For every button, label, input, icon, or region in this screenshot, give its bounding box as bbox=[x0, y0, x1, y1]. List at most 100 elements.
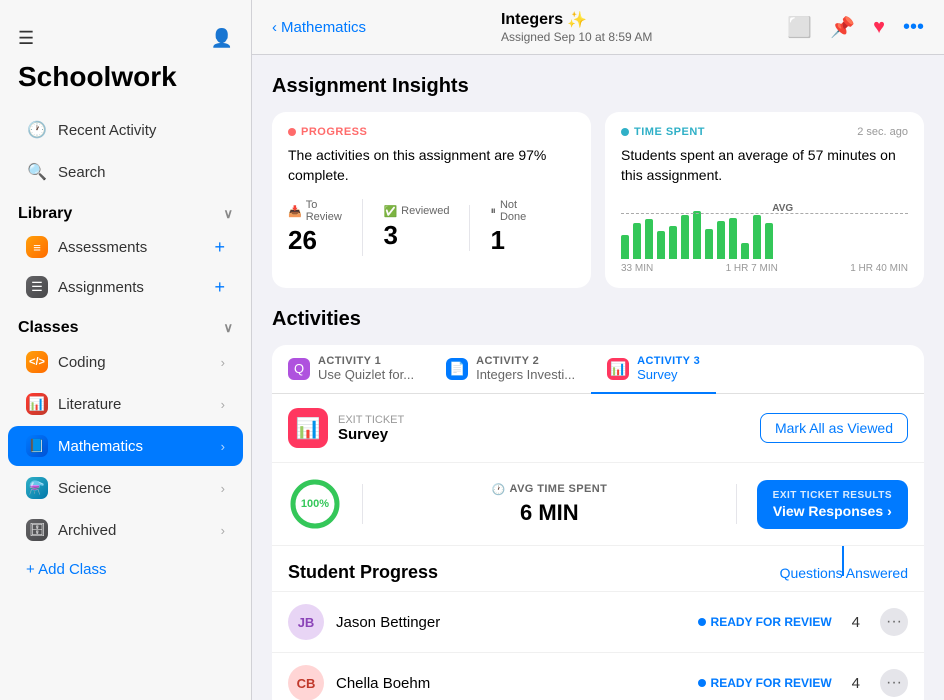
student-more-button-cb[interactable]: ··· bbox=[880, 669, 908, 697]
add-assessment-icon[interactable]: + bbox=[214, 237, 225, 258]
assignment-subtitle: Assigned Sep 10 at 8:59 AM bbox=[501, 30, 652, 44]
chart-bar bbox=[621, 235, 629, 259]
avg-time-value: 6 MIN bbox=[520, 500, 579, 526]
time-card-header: TIME SPENT 2 sec. ago bbox=[621, 126, 908, 146]
search-icon: 🔍 bbox=[26, 161, 48, 183]
avatar-cb: CB bbox=[288, 665, 324, 700]
activity-panel-name: Survey bbox=[338, 426, 404, 443]
page-title: Integers bbox=[501, 11, 563, 29]
add-assignment-icon[interactable]: + bbox=[214, 277, 225, 298]
chart-avg-line bbox=[621, 213, 908, 214]
chart-bar bbox=[681, 215, 689, 259]
chart-bar bbox=[669, 226, 677, 260]
content-area: Assignment Insights PROGRESS The activit… bbox=[252, 55, 944, 700]
activities-tabs: Q ACTIVITY 1 Use Quizlet for... 📄 ACTIVI… bbox=[272, 345, 924, 394]
activity2-num: ACTIVITY 2 bbox=[476, 355, 575, 367]
chart-bar bbox=[729, 218, 737, 260]
progress-stats: 📥 To Review 26 ✅ Reviewed 3 bbox=[288, 199, 575, 256]
app-title: Schoolwork bbox=[0, 53, 251, 109]
stat-not-done: ⏸ Not Done 1 bbox=[490, 199, 555, 256]
chevron-down-icon: ∨ bbox=[223, 320, 233, 336]
math-icon: 📘 bbox=[26, 435, 48, 457]
sidebar-item-search[interactable]: 🔍 Search bbox=[8, 152, 243, 192]
activity-progress-row: 100% 🕐 AVG TIME SPENT 6 MIN EXIT TICKET … bbox=[272, 463, 924, 546]
chart-x-label-3: 1 HR 40 MIN bbox=[850, 263, 908, 274]
mark-all-viewed-button[interactable]: Mark All as Viewed bbox=[760, 413, 908, 443]
add-class-label: + Add Class bbox=[26, 561, 106, 578]
student-progress-section: Student Progress Questions Answered JB J… bbox=[272, 548, 924, 700]
coding-icon: </> bbox=[26, 351, 48, 373]
pin-icon[interactable]: 📌 bbox=[830, 15, 855, 40]
profile-button[interactable]: 👤 bbox=[207, 24, 237, 53]
progress-label: PROGRESS bbox=[288, 126, 575, 138]
sidebar-item-label: Mathematics bbox=[58, 438, 143, 455]
library-label: Library bbox=[18, 205, 72, 223]
tab-activity2[interactable]: 📄 ACTIVITY 2 Integers Investi... bbox=[430, 345, 591, 394]
student-row: JB Jason Bettinger READY FOR REVIEW 4 ··… bbox=[272, 591, 924, 652]
activity2-name: Integers Investi... bbox=[476, 367, 575, 382]
sidebar-item-label: Assessments bbox=[58, 239, 147, 256]
activity3-name: Survey bbox=[637, 367, 700, 382]
chart-x-label-1: 33 MIN bbox=[621, 263, 653, 274]
topbar-title-area: Integers ✨ Assigned Sep 10 at 8:59 AM bbox=[501, 10, 652, 44]
sidebar-item-assignments[interactable]: ☰ Assignments + bbox=[8, 268, 243, 306]
sidebar-item-literature[interactable]: 📊 Literature › bbox=[8, 384, 243, 424]
insights-row: PROGRESS The activities on this assignme… bbox=[272, 112, 924, 288]
chart-x-label-2: 1 HR 7 MIN bbox=[726, 263, 778, 274]
classes-label: Classes bbox=[18, 319, 79, 337]
chart-bar bbox=[657, 231, 665, 259]
classes-section-header[interactable]: Classes ∨ bbox=[0, 307, 251, 341]
sidebar-item-label: Archived bbox=[58, 522, 116, 539]
topbar-actions: ⬜ 📌 ♥ ••• bbox=[787, 15, 924, 40]
chevron-right-icon: › bbox=[221, 355, 225, 370]
chart-bar bbox=[765, 223, 773, 259]
chart-x-labels: 33 MIN 1 HR 7 MIN 1 HR 40 MIN bbox=[621, 263, 908, 274]
science-icon: ⚗️ bbox=[26, 477, 48, 499]
tab-activity3[interactable]: 📊 ACTIVITY 3 Survey bbox=[591, 345, 716, 394]
library-section-header[interactable]: Library ∨ bbox=[0, 193, 251, 227]
activity3-icon: 📊 bbox=[607, 358, 629, 380]
sidebar-item-archived[interactable]: 🗄 Archived › bbox=[8, 510, 243, 550]
activity-header: 📊 EXIT TICKET Survey Mark All as Viewed bbox=[272, 394, 924, 463]
chart-bar bbox=[645, 219, 653, 259]
sidebar-item-mathematics[interactable]: 📘 Mathematics › bbox=[8, 426, 243, 466]
sidebar-item-recent-activity[interactable]: 🕐 Recent Activity bbox=[8, 110, 243, 150]
share-icon[interactable]: ⬜ bbox=[787, 15, 812, 40]
chart-bar bbox=[741, 243, 749, 259]
literature-icon: 📊 bbox=[26, 393, 48, 415]
sidebar-item-science[interactable]: ⚗️ Science › bbox=[8, 468, 243, 508]
chevron-right-icon: › bbox=[221, 523, 225, 538]
tab-activity1[interactable]: Q ACTIVITY 1 Use Quizlet for... bbox=[272, 345, 430, 394]
to-review-value: 26 bbox=[288, 225, 317, 256]
chart-bar bbox=[633, 223, 641, 259]
ready-badge-cb: READY FOR REVIEW bbox=[698, 676, 832, 690]
view-responses-button[interactable]: EXIT TICKET RESULTS View Responses › bbox=[757, 480, 908, 529]
ready-badge-jb: READY FOR REVIEW bbox=[698, 615, 832, 629]
student-more-button-jb[interactable]: ··· bbox=[880, 608, 908, 636]
topbar: ‹ Mathematics Integers ✨ Assigned Sep 10… bbox=[252, 0, 944, 55]
not-done-icon: ⏸ bbox=[490, 205, 496, 218]
chart-bar bbox=[717, 221, 725, 259]
progress-text: The activities on this assignment are 97… bbox=[288, 146, 575, 185]
assessment-icon: ≡ bbox=[26, 236, 48, 258]
sidebar: ☰ 👤 Schoolwork 🕐 Recent Activity 🔍 Searc… bbox=[0, 0, 252, 700]
avatar-jb: JB bbox=[288, 604, 324, 640]
reviewed-icon: ✅ bbox=[383, 205, 397, 218]
add-class-button[interactable]: + Add Class bbox=[8, 552, 243, 587]
sidebar-item-label: Search bbox=[58, 164, 106, 181]
not-done-value: 1 bbox=[490, 225, 504, 256]
progress-card: PROGRESS The activities on this assignme… bbox=[272, 112, 591, 288]
sidebar-toggle-button[interactable]: ☰ bbox=[14, 24, 38, 53]
back-button[interactable]: ‹ Mathematics bbox=[272, 19, 366, 36]
reviewed-value: 3 bbox=[383, 220, 397, 251]
exit-ticket-results-label: EXIT TICKET RESULTS bbox=[773, 490, 892, 501]
sidebar-item-assessments[interactable]: ≡ Assessments + bbox=[8, 228, 243, 266]
chevron-right-icon: › bbox=[221, 439, 225, 454]
more-icon[interactable]: ••• bbox=[903, 16, 924, 39]
insights-section-title: Assignment Insights bbox=[272, 75, 924, 98]
ready-dot bbox=[698, 618, 706, 626]
student-row: CB Chella Boehm READY FOR REVIEW 4 ··· bbox=[272, 652, 924, 700]
heart-icon[interactable]: ♥ bbox=[873, 16, 885, 39]
sidebar-item-coding[interactable]: </> Coding › bbox=[8, 342, 243, 382]
activities-title: Activities bbox=[272, 308, 924, 331]
